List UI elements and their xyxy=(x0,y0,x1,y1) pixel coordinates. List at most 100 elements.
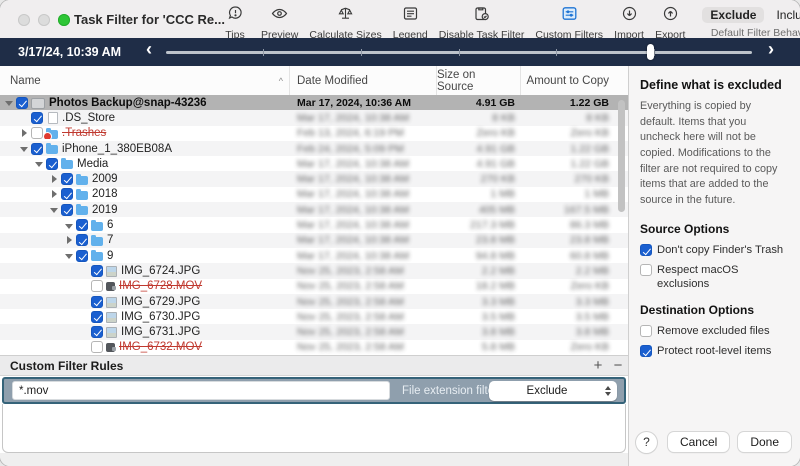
table-row[interactable]: Photos Backup@snap-43236Mar 17, 2024, 10… xyxy=(0,95,628,110)
table-row[interactable]: iPhone_1_380EB08AFeb 24, 2024, 5:09 PM4.… xyxy=(0,141,628,156)
file-name: 6 xyxy=(107,219,113,231)
table-row[interactable]: .TrashesFeb 13, 2024, 6:19 PMZero KBZero… xyxy=(0,126,628,141)
snapshot-timeline: 3/17/24, 10:39 AM ‹ › xyxy=(0,38,800,66)
file-name: .Trashes xyxy=(62,127,106,139)
cancel-button[interactable]: Cancel xyxy=(668,432,729,452)
done-button[interactable]: Done xyxy=(738,432,791,452)
row-checkbox[interactable] xyxy=(76,234,88,246)
table-row[interactable]: IMG_6731.JPGNov 25, 2023, 2:58 AM3.8 MB3… xyxy=(0,324,628,339)
table-row[interactable]: 7Mar 17, 2024, 10:38 AM23.8 MB23.8 MB xyxy=(0,233,628,248)
row-checkbox[interactable] xyxy=(91,341,103,353)
table-row[interactable]: IMG_6729.JPGNov 25, 2023, 2:58 AM3.3 MB3… xyxy=(0,294,628,309)
photo-icon xyxy=(106,297,117,308)
vertical-scrollbar-thumb[interactable] xyxy=(618,100,625,212)
segment-include[interactable]: Include xyxy=(768,7,800,23)
preview-button[interactable]: Preview xyxy=(261,5,298,41)
rule-pattern-input[interactable] xyxy=(12,381,390,400)
dialog-footer: ? Cancel Done xyxy=(628,428,800,456)
option-respect-macos-exclusions[interactable]: Respect macOS exclusions xyxy=(640,263,789,291)
disclosure-down-icon[interactable] xyxy=(49,204,60,215)
file-name: .DS_Store xyxy=(62,112,115,124)
calculate-sizes-button[interactable]: Calculate Sizes xyxy=(309,5,381,41)
row-checkbox[interactable] xyxy=(91,296,103,308)
table-row[interactable]: IMG_6730.JPGNov 25, 2023, 2:58 AM3.5 MB3… xyxy=(0,309,628,324)
table-row[interactable]: 2009Mar 17, 2024, 10:38 AM270 KB270 KB xyxy=(0,171,628,186)
option-protect-root-level-items[interactable]: Protect root-level items xyxy=(640,344,789,358)
table-row[interactable]: 2019Mar 17, 2024, 10:38 AM405 MB167.5 MB xyxy=(0,202,628,217)
column-header-date-modified[interactable]: Date Modified xyxy=(290,66,437,95)
disclosure-right-icon[interactable] xyxy=(49,174,60,185)
option-remove-excluded-files[interactable]: Remove excluded files xyxy=(640,324,789,338)
column-header-size-on-source[interactable]: Size on Source xyxy=(437,66,521,95)
checkbox[interactable] xyxy=(640,325,652,337)
checkbox[interactable] xyxy=(640,244,652,256)
date-modified-cell: Nov 25, 2023, 2:58 AM xyxy=(290,265,437,277)
minimize-button[interactable] xyxy=(38,14,50,26)
row-checkbox[interactable] xyxy=(46,158,58,170)
filter-rule-row[interactable]: File extension filter Exclude xyxy=(2,377,626,404)
photo-icon xyxy=(106,266,117,277)
checkbox[interactable] xyxy=(640,264,652,276)
row-checkbox[interactable] xyxy=(91,311,103,323)
custom-filters-button[interactable]: Custom Filters xyxy=(535,5,603,41)
file-name: IMG_6730.JPG xyxy=(121,311,200,323)
table-row[interactable]: 9Mar 17, 2024, 10:38 AM94.8 MB60.8 MB xyxy=(0,248,628,263)
file-icon xyxy=(48,112,58,124)
row-checkbox[interactable] xyxy=(76,250,88,262)
disclosure-right-icon[interactable] xyxy=(64,235,75,246)
row-checkbox[interactable] xyxy=(91,326,103,338)
disclosure-down-icon[interactable] xyxy=(64,250,75,261)
table-row[interactable]: 6Mar 17, 2024, 10:38 AM217.3 MB86.3 MB xyxy=(0,217,628,232)
tips-button[interactable]: Tips xyxy=(220,5,250,41)
table-row[interactable]: 2018Mar 17, 2024, 10:38 AM1 MB1 MB xyxy=(0,187,628,202)
row-checkbox[interactable] xyxy=(31,127,43,139)
timeline-next-icon[interactable]: › xyxy=(768,39,774,60)
help-button[interactable]: ? xyxy=(636,432,657,453)
row-checkbox[interactable] xyxy=(31,143,43,155)
timeline-slider[interactable] xyxy=(166,51,752,54)
table-row[interactable]: IMG_6732.MOVNov 25, 2023, 2:58 AM5.8 MBZ… xyxy=(0,340,628,355)
rules-list-empty-area xyxy=(2,404,626,453)
date-modified-cell: Mar 17, 2024, 10:38 AM xyxy=(290,112,437,124)
legend-button[interactable]: Legend xyxy=(393,5,428,41)
export-button[interactable]: Export xyxy=(655,5,685,41)
close-button[interactable] xyxy=(18,14,30,26)
date-modified-cell: Mar 17, 2024, 10:38 AM xyxy=(290,204,437,216)
add-rule-button[interactable]: + xyxy=(588,357,608,374)
option-dont-copy-finders-trash[interactable]: Don't copy Finder's Trash xyxy=(640,243,789,257)
disclosure-down-icon[interactable] xyxy=(64,220,75,231)
zoom-button[interactable] xyxy=(58,14,70,26)
row-checkbox[interactable] xyxy=(31,112,43,124)
row-checkbox[interactable] xyxy=(91,265,103,277)
timeline-tick xyxy=(556,49,557,56)
row-checkbox[interactable] xyxy=(76,219,88,231)
table-row[interactable]: MediaMar 17, 2024, 10:38 AM4.91 GB1.22 G… xyxy=(0,156,628,171)
disable-task-filter-button[interactable]: Disable Task Filter xyxy=(439,5,525,41)
disclosure-down-icon[interactable] xyxy=(4,97,15,108)
row-checkbox[interactable] xyxy=(91,280,103,292)
row-checkbox[interactable] xyxy=(61,188,73,200)
rule-action-select[interactable]: Exclude xyxy=(489,381,617,401)
disclosure-right-icon[interactable] xyxy=(19,128,30,139)
table-row[interactable]: .DS_StoreMar 17, 2024, 10:38 AM8 KB8 KB xyxy=(0,110,628,125)
row-checkbox[interactable] xyxy=(61,204,73,216)
import-button[interactable]: Import xyxy=(614,5,644,41)
segment-exclude[interactable]: Exclude xyxy=(702,7,764,23)
timeline-prev-icon[interactable]: ‹ xyxy=(146,39,152,60)
column-header-amount-to-copy[interactable]: Amount to Copy xyxy=(521,66,617,95)
column-header-name[interactable]: Name ^ xyxy=(0,66,290,95)
disclosure-down-icon[interactable] xyxy=(19,143,30,154)
disclosure-right-icon[interactable] xyxy=(49,189,60,200)
disclosure-down-icon[interactable] xyxy=(34,158,45,169)
timeline-slider-thumb[interactable] xyxy=(647,44,654,60)
import-icon xyxy=(621,5,638,27)
preview-icon xyxy=(271,5,288,27)
file-name: iPhone_1_380EB08A xyxy=(62,143,172,155)
remove-rule-button[interactable]: − xyxy=(608,357,628,374)
table-row[interactable]: IMG_6724.JPGNov 25, 2023, 2:58 AM2.2 MB2… xyxy=(0,263,628,278)
row-checkbox[interactable] xyxy=(16,97,28,109)
name-cell: 2009 xyxy=(0,173,290,185)
table-row[interactable]: IMG_6728.MOVNov 25, 2023, 2:58 AM18.2 MB… xyxy=(0,279,628,294)
row-checkbox[interactable] xyxy=(61,173,73,185)
checkbox[interactable] xyxy=(640,345,652,357)
